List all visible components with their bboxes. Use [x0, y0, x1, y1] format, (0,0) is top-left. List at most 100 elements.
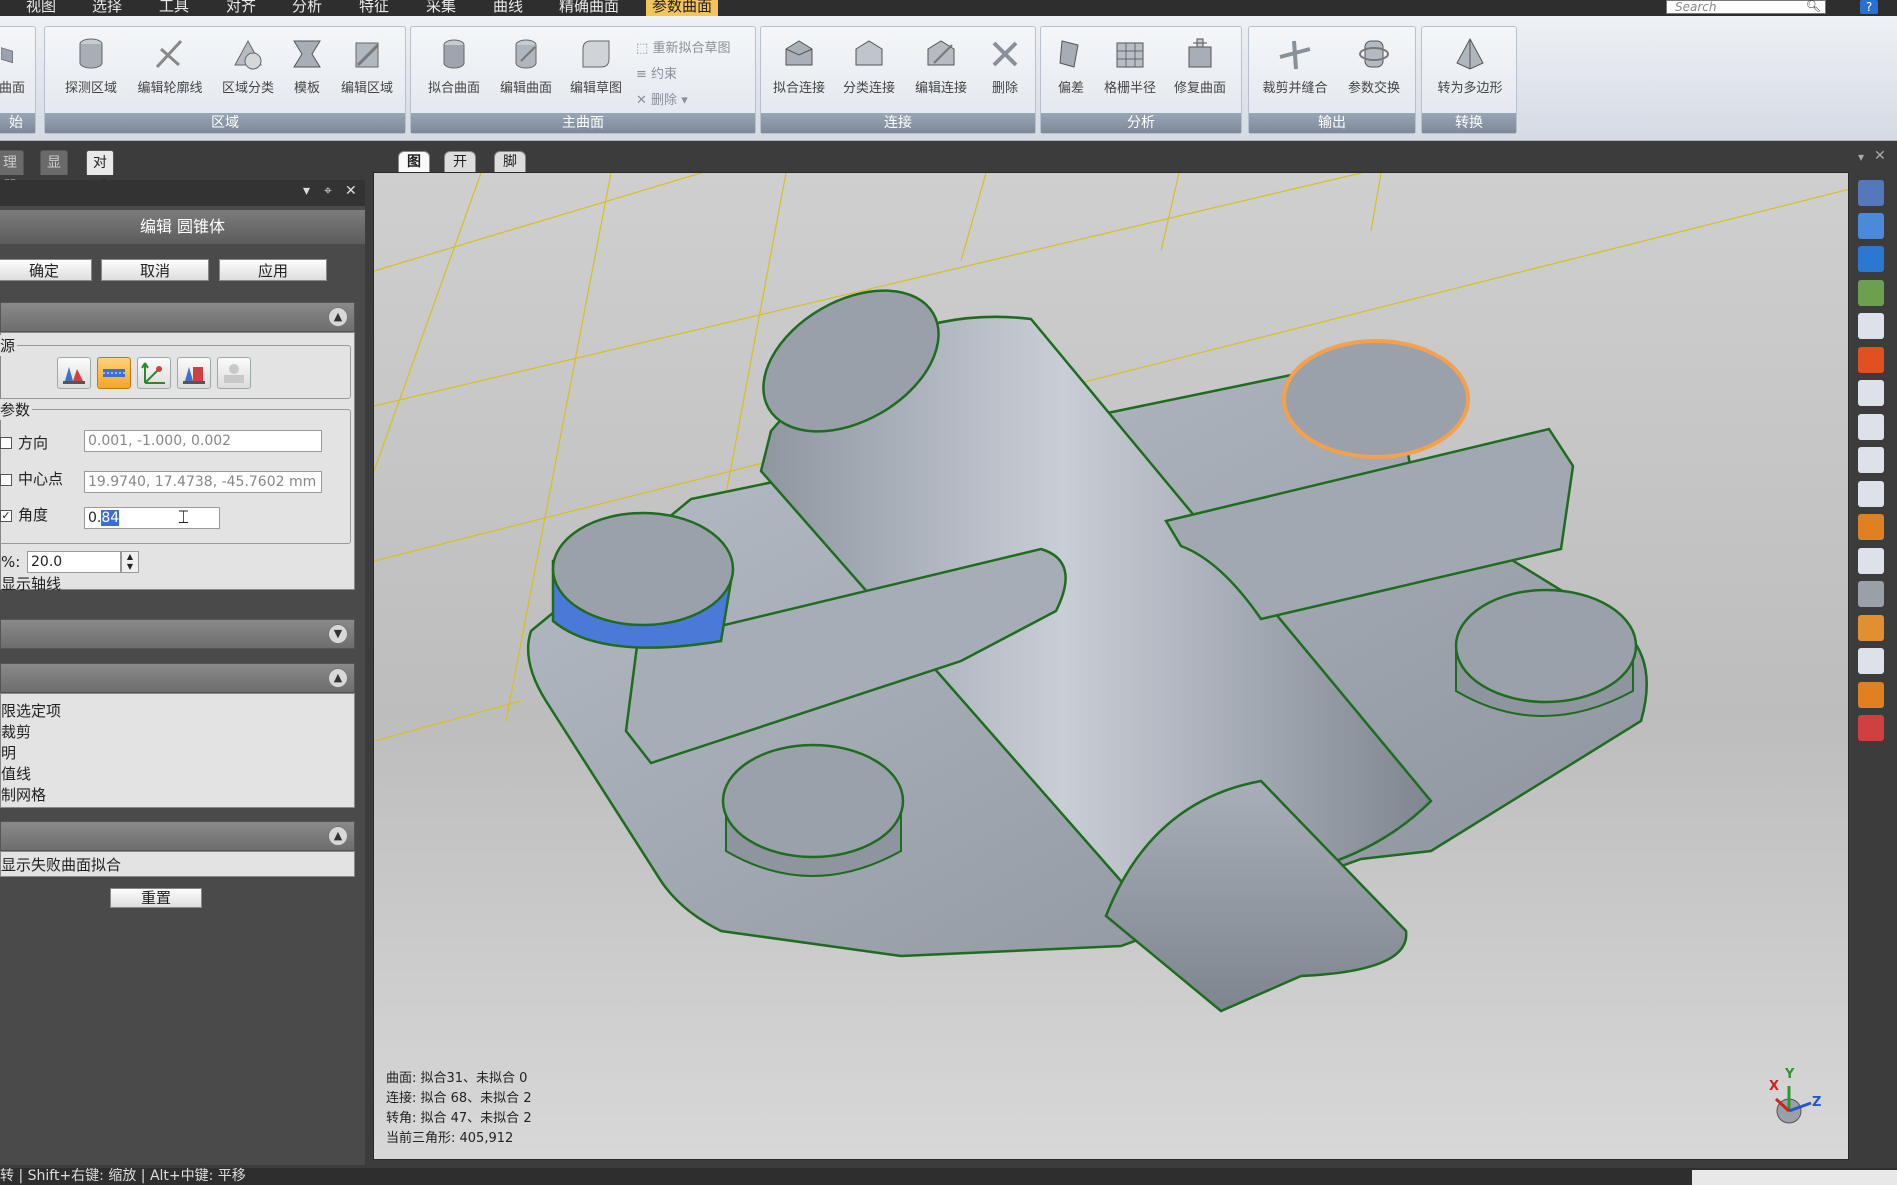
- rect-select-icon[interactable]: [1858, 380, 1884, 406]
- source-mesh-button[interactable]: [57, 357, 91, 389]
- view-close-icon[interactable]: ✕: [1874, 148, 1886, 164]
- source-region-button[interactable]: [97, 357, 131, 389]
- tool-to-polygon[interactable]: 转为多边形: [1428, 35, 1512, 96]
- source-disabled-button[interactable]: [217, 357, 251, 389]
- search-icon[interactable]: 🔍︎: [1806, 0, 1821, 12]
- section-options-header[interactable]: ▲: [0, 663, 355, 693]
- tool-edit-sketch[interactable]: 编辑草图: [561, 35, 631, 96]
- section-failed-header[interactable]: ▲: [0, 821, 355, 851]
- reset-button[interactable]: 重置: [110, 888, 202, 908]
- tool-edit-region[interactable]: 编辑区域: [331, 35, 403, 96]
- collapse-options-icon[interactable]: ▲: [328, 668, 348, 688]
- tool-trim-stitch[interactable]: 裁剪并缝合: [1257, 35, 1333, 96]
- show-failed-fit[interactable]: 显示失败曲面拟合: [1, 854, 121, 875]
- tab-display[interactable]: 显示: [40, 150, 68, 195]
- direction-field[interactable]: 0.001, -1.000, 0.002: [84, 430, 322, 452]
- section-collapsed-header[interactable]: ▼: [0, 619, 355, 649]
- lasso-select-icon[interactable]: [1858, 414, 1884, 440]
- graphics-viewport[interactable]: 曲面: 拟合31、未拟合 0 连接: 拟合 68、未拟合 2 转角: 拟合 47…: [373, 172, 1849, 1160]
- option-control-grid[interactable]: 制网格: [1, 784, 46, 805]
- menu-view[interactable]: 视图: [20, 0, 62, 16]
- option-contour[interactable]: 值线: [1, 763, 31, 784]
- option-limit-selected[interactable]: 限选定项: [1, 700, 61, 721]
- tool-region-classify[interactable]: 区域分类: [211, 35, 285, 96]
- pin-icon[interactable]: ⌖: [324, 183, 332, 199]
- source-axis-button[interactable]: [137, 357, 171, 389]
- fit-view-icon[interactable]: [1858, 246, 1884, 272]
- brush-select-icon[interactable]: [1858, 481, 1884, 507]
- option-trim[interactable]: 裁剪: [1, 721, 31, 742]
- percent-field[interactable]: 20.0: [27, 551, 121, 573]
- tool-detect-region[interactable]: 探测区域: [53, 35, 129, 96]
- sphere-icon[interactable]: [1858, 682, 1884, 708]
- boss-top-right[interactable]: [1282, 339, 1470, 459]
- tool-deviation[interactable]: 偏差: [1049, 35, 1093, 96]
- show-axis-label[interactable]: 显示轴线: [1, 573, 61, 594]
- clip-icon[interactable]: [1858, 648, 1884, 674]
- line-select-icon[interactable]: [1858, 447, 1884, 473]
- freeform-select-icon[interactable]: [1858, 581, 1884, 607]
- menu-select[interactable]: 选择: [86, 0, 128, 16]
- tool-refit-sketch[interactable]: ⬚ 重新拟合草图: [636, 37, 730, 56]
- model-canvas[interactable]: [374, 173, 1849, 1160]
- tab-dialog[interactable]: 对话框: [86, 150, 114, 219]
- render-icon[interactable]: [1858, 347, 1884, 373]
- section-main-header[interactable]: ▲: [0, 302, 355, 332]
- tool-surface[interactable]: 曲面: [0, 35, 27, 96]
- tab-manager[interactable]: 理器: [0, 150, 24, 195]
- angle-checkbox[interactable]: ✓: [0, 510, 12, 522]
- boss-right[interactable]: [1454, 588, 1638, 717]
- boss-left[interactable]: [551, 511, 735, 649]
- option-transparent[interactable]: 明: [1, 742, 16, 763]
- filter-icon[interactable]: [1858, 615, 1884, 641]
- apply-button[interactable]: 应用: [219, 259, 327, 281]
- boss-bottom-left[interactable]: [721, 743, 905, 877]
- cancel-button[interactable]: 取消: [101, 259, 209, 281]
- menu-capture[interactable]: 采集: [420, 0, 462, 16]
- view-menu-icon[interactable]: ▾: [1858, 150, 1864, 164]
- tool-grid-radius[interactable]: 格栅半径: [1097, 35, 1163, 96]
- tool-edit-surface[interactable]: 编辑曲面: [491, 35, 561, 96]
- percent-stepper[interactable]: ▲ ▼: [121, 551, 139, 573]
- tab-start[interactable]: 开始: [444, 151, 476, 190]
- tool-fit-connect[interactable]: 拟合连接: [767, 35, 831, 96]
- center-checkbox[interactable]: [0, 474, 12, 486]
- tab-script[interactable]: 脚本: [494, 151, 526, 190]
- menu-analysis[interactable]: 分析: [286, 0, 328, 16]
- direction-checkbox[interactable]: [0, 437, 12, 449]
- polygon-select-icon[interactable]: [1858, 548, 1884, 574]
- search-input[interactable]: Search 🔍︎: [1666, 0, 1826, 14]
- tool-constraint[interactable]: ≡ 约束: [636, 63, 677, 82]
- color-icon[interactable]: [1858, 715, 1884, 741]
- panel-menu-icon[interactable]: ▾: [303, 183, 310, 199]
- ok-button[interactable]: 确定: [0, 259, 92, 281]
- center-field[interactable]: 19.9740, 17.4738, -45.7602 mm: [84, 471, 322, 493]
- expand-icon[interactable]: ▼: [328, 624, 348, 644]
- tool-edit-connect[interactable]: 编辑连接: [905, 35, 977, 96]
- collapse-failed-icon[interactable]: ▲: [328, 826, 348, 846]
- tool-repair-surface[interactable]: 修复曲面: [1165, 35, 1235, 96]
- rotate-view-icon[interactable]: [1858, 213, 1884, 239]
- tool-classify-connect[interactable]: 分类连接: [833, 35, 905, 96]
- close-icon[interactable]: ✕: [345, 183, 357, 199]
- help-icon[interactable]: ?: [1860, 0, 1878, 14]
- tool-fit-surface[interactable]: 拟合曲面: [419, 35, 489, 96]
- lighting-icon[interactable]: [1858, 280, 1884, 306]
- menu-param-surface[interactable]: 参数曲面: [646, 0, 719, 16]
- zoom-icon[interactable]: [1858, 313, 1884, 339]
- collapse-icon[interactable]: ▲: [328, 307, 348, 327]
- tool-template[interactable]: 模板: [283, 35, 331, 96]
- angle-field[interactable]: 0.84: [84, 507, 220, 529]
- tool-delete[interactable]: 删除: [983, 35, 1027, 96]
- view-cube-icon[interactable]: [1858, 180, 1884, 206]
- tool-edit-contour[interactable]: 编辑轮廓线: [125, 35, 215, 96]
- paint-select-icon[interactable]: [1858, 514, 1884, 540]
- menu-align[interactable]: 对齐: [220, 0, 262, 16]
- tool-param-exchange[interactable]: 参数交换: [1339, 35, 1409, 96]
- menu-exact-surface[interactable]: 精确曲面: [553, 0, 625, 16]
- source-point-button[interactable]: [177, 357, 211, 389]
- tab-graphics[interactable]: 图形: [398, 151, 430, 190]
- menu-curve[interactable]: 曲线: [487, 0, 529, 16]
- menu-feature[interactable]: 特征: [353, 0, 395, 16]
- tool-delete-small[interactable]: ✕ 删除 ▾: [636, 89, 688, 108]
